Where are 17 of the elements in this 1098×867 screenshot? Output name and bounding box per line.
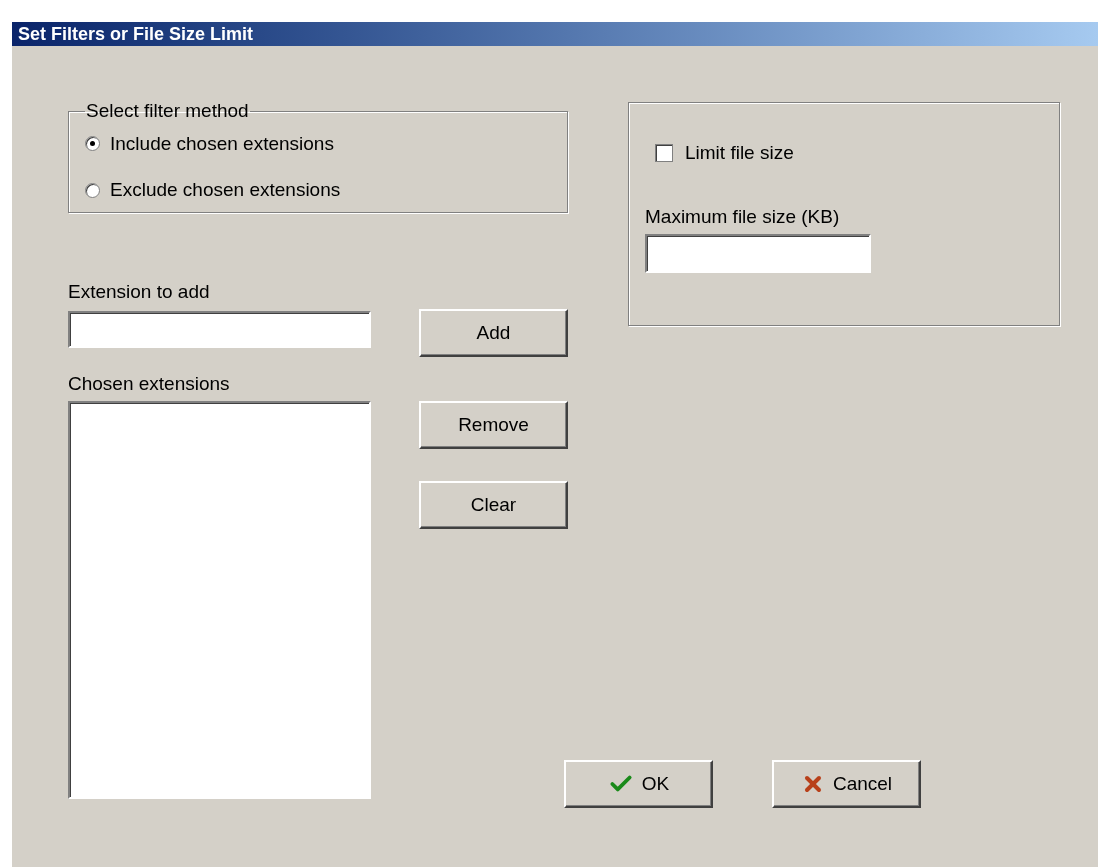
radio-option[interactable]: Exclude chosen extensions	[85, 176, 551, 205]
window-title: Set Filters or File Size Limit	[18, 25, 254, 43]
cancel-button[interactable]: Cancel	[772, 760, 921, 808]
ok-button[interactable]: OK	[564, 760, 713, 808]
checkbox[interactable]	[655, 144, 673, 163]
max-size-input[interactable]	[645, 233, 871, 273]
group-label: Select filter method	[85, 99, 250, 123]
add-button[interactable]: Add	[419, 309, 568, 357]
field-label: Extension to add	[68, 281, 211, 303]
field-label: Maximum file size (KB)	[645, 205, 841, 228]
limit-checkbox-row[interactable]: Limit file size	[655, 139, 1059, 168]
list-button[interactable]: Remove	[419, 401, 568, 449]
radio-option[interactable]: Include chosen extensions	[85, 129, 551, 158]
extension-input[interactable]	[68, 311, 371, 348]
field-label: Chosen extensions	[68, 373, 231, 395]
list-button[interactable]: Clear	[419, 481, 568, 529]
radio-button[interactable]	[85, 136, 100, 152]
